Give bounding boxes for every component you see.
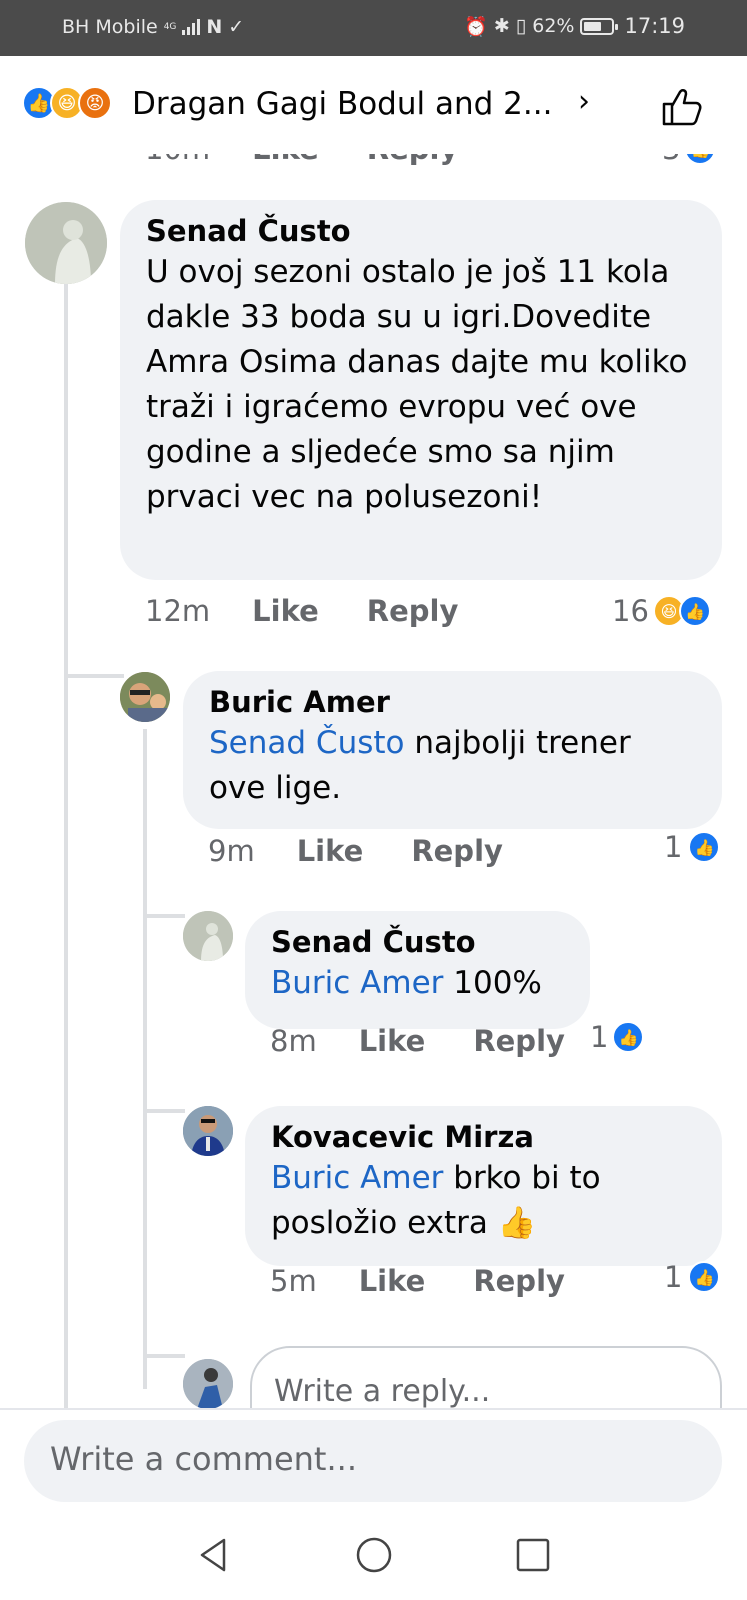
like-button-icon[interactable]: [660, 84, 704, 128]
signal-icon: [182, 19, 201, 35]
reply-action[interactable]: Reply: [473, 1264, 565, 1298]
status-bar: BH Mobile 4G N ✓ ⏰ ✱ ▯ 62% 17:19: [0, 0, 747, 56]
comment-meta: 5m Like Reply: [270, 1264, 613, 1298]
comment-body: 100%: [443, 965, 542, 1001]
like-action[interactable]: Like: [252, 594, 319, 628]
reply-action[interactable]: Reply: [473, 1024, 565, 1058]
like-icon: 👍: [688, 831, 721, 863]
thread-connector: [143, 1354, 185, 1358]
reaction-count[interactable]: 1 👍: [664, 1260, 721, 1294]
comment-text: U ovoj sezoni ostalo je još 11 kola dakl…: [146, 254, 688, 515]
vibrate-icon: ▯: [515, 15, 527, 37]
comment-text: Buric Amer 100%: [271, 961, 564, 1006]
home-icon[interactable]: [355, 1536, 393, 1574]
comment-meta: 12m Like Reply: [145, 594, 506, 628]
clock: 17:19: [624, 14, 685, 38]
thread-line: [143, 729, 147, 1389]
thread-line: [64, 284, 68, 1408]
comment-author[interactable]: Senad Čusto: [271, 925, 564, 959]
mention-link[interactable]: Buric Amer: [271, 1160, 443, 1196]
reaction-count[interactable]: 1 👍: [590, 1020, 645, 1054]
back-icon[interactable]: [196, 1536, 230, 1574]
network-type-label: 4G: [163, 21, 177, 32]
comment-time: 12m: [145, 594, 211, 628]
like-action[interactable]: Like: [359, 1264, 426, 1298]
current-user-avatar: [183, 1359, 233, 1408]
avatar[interactable]: [183, 1106, 233, 1156]
like-icon: 👍: [688, 1261, 721, 1293]
avatar[interactable]: [120, 672, 170, 722]
divider: [0, 1408, 747, 1410]
comment-author[interactable]: Kovacevic Mirza: [271, 1120, 696, 1154]
reaction-summary[interactable]: 👍 😆 😡: [22, 86, 112, 120]
system-nav-bar: [0, 1510, 747, 1600]
like-icon: 👍: [678, 595, 711, 627]
comment-time: 9m: [208, 834, 255, 868]
comment-text: Senad Čusto najbolji trener ove lige.: [209, 721, 696, 811]
comment-bubble[interactable]: Senad Čusto Buric Amer 100%: [245, 911, 590, 1029]
post-header: 👍 😆 😡 Dragan Gagi Bodul and 2... ›: [0, 56, 747, 154]
alarm-icon: ⏰: [464, 15, 488, 38]
like-icon: 👍: [612, 1021, 645, 1053]
partial-meta-row: 10m Like Reply: [145, 154, 506, 166]
comment-meta: 9m Like Reply: [208, 834, 551, 868]
mention-link[interactable]: Buric Amer: [271, 965, 443, 1001]
reactors-title[interactable]: Dragan Gagi Bodul and 2...: [132, 86, 552, 122]
comment-bubble[interactable]: Buric Amer Senad Čusto najbolji trener o…: [183, 671, 722, 829]
comment-meta: 8m Like Reply: [270, 1024, 613, 1058]
thread-connector: [64, 674, 124, 678]
battery-icon: [580, 17, 619, 35]
chevron-right-icon[interactable]: ›: [578, 84, 590, 119]
comments-feed[interactable]: 10m Like Reply 3 👍 Senad Čusto U ovoj se…: [0, 154, 747, 1408]
reaction-count[interactable]: 1 👍: [664, 830, 721, 864]
thread-connector: [143, 1109, 185, 1113]
reaction-count-number: 16: [612, 594, 649, 628]
reply-action[interactable]: Reply: [367, 154, 459, 166]
reply-action[interactable]: Reply: [411, 834, 503, 868]
avatar[interactable]: [183, 911, 233, 961]
comment-input[interactable]: Write a comment...: [24, 1420, 722, 1502]
recents-icon[interactable]: [515, 1537, 551, 1573]
data-saver-icon: ✓: [228, 16, 245, 38]
reaction-count[interactable]: 3 👍: [662, 154, 717, 166]
comment-bubble[interactable]: Kovacevic Mirza Buric Amer brko bi to po…: [245, 1106, 722, 1266]
reply-input[interactable]: Write a reply...: [250, 1346, 722, 1408]
bluetooth-icon: ✱: [493, 15, 510, 37]
battery-percent: 62%: [532, 15, 575, 37]
like-action[interactable]: Like: [359, 1024, 426, 1058]
carrier-label: BH Mobile: [62, 16, 158, 38]
like-icon: 👍: [684, 154, 717, 165]
angry-icon: 😡: [78, 86, 112, 120]
comment-time: 5m: [270, 1264, 317, 1298]
comment-author[interactable]: Buric Amer: [209, 685, 696, 719]
reaction-count-number: 1: [664, 830, 683, 864]
comment-time: 10m: [145, 154, 210, 166]
comment-text: Buric Amer brko bi to posložio extra 👍: [271, 1156, 696, 1246]
comment-time: 8m: [270, 1024, 317, 1058]
reply-action[interactable]: Reply: [367, 594, 459, 628]
nfc-icon: N: [206, 16, 223, 38]
mention-link[interactable]: Senad Čusto: [209, 725, 405, 761]
comment-author[interactable]: Senad Čusto: [146, 214, 696, 248]
like-action[interactable]: Like: [297, 834, 364, 868]
reaction-count-number: 1: [590, 1020, 609, 1054]
comment-bubble[interactable]: Senad Čusto U ovoj sezoni ostalo je još …: [120, 200, 722, 580]
reaction-count-number: 3: [662, 154, 680, 166]
like-action[interactable]: Like: [252, 154, 319, 166]
reaction-count[interactable]: 16 😆 👍: [612, 594, 711, 628]
thread-connector: [143, 914, 185, 918]
avatar[interactable]: [25, 202, 107, 284]
reaction-count-number: 1: [664, 1260, 683, 1294]
